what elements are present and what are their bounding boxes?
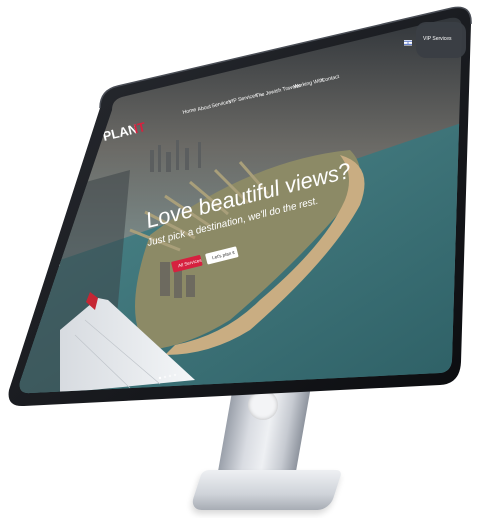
monitor: Home About Services VIP Services ⌄ The J… bbox=[0, 0, 482, 518]
vip-services-floating-button[interactable]: VIP Services bbox=[416, 22, 466, 58]
slider-dot-1[interactable] bbox=[158, 376, 162, 380]
monitor-screen-svg: Home About Services VIP Services ⌄ The J… bbox=[8, 6, 472, 407]
slider-dot-3[interactable] bbox=[168, 374, 172, 378]
israel-flag-icon[interactable] bbox=[404, 40, 412, 46]
slider-dot-4[interactable] bbox=[173, 373, 177, 377]
vip-services-label: VIP Services bbox=[423, 36, 452, 42]
slider-dot-2[interactable] bbox=[163, 375, 167, 379]
